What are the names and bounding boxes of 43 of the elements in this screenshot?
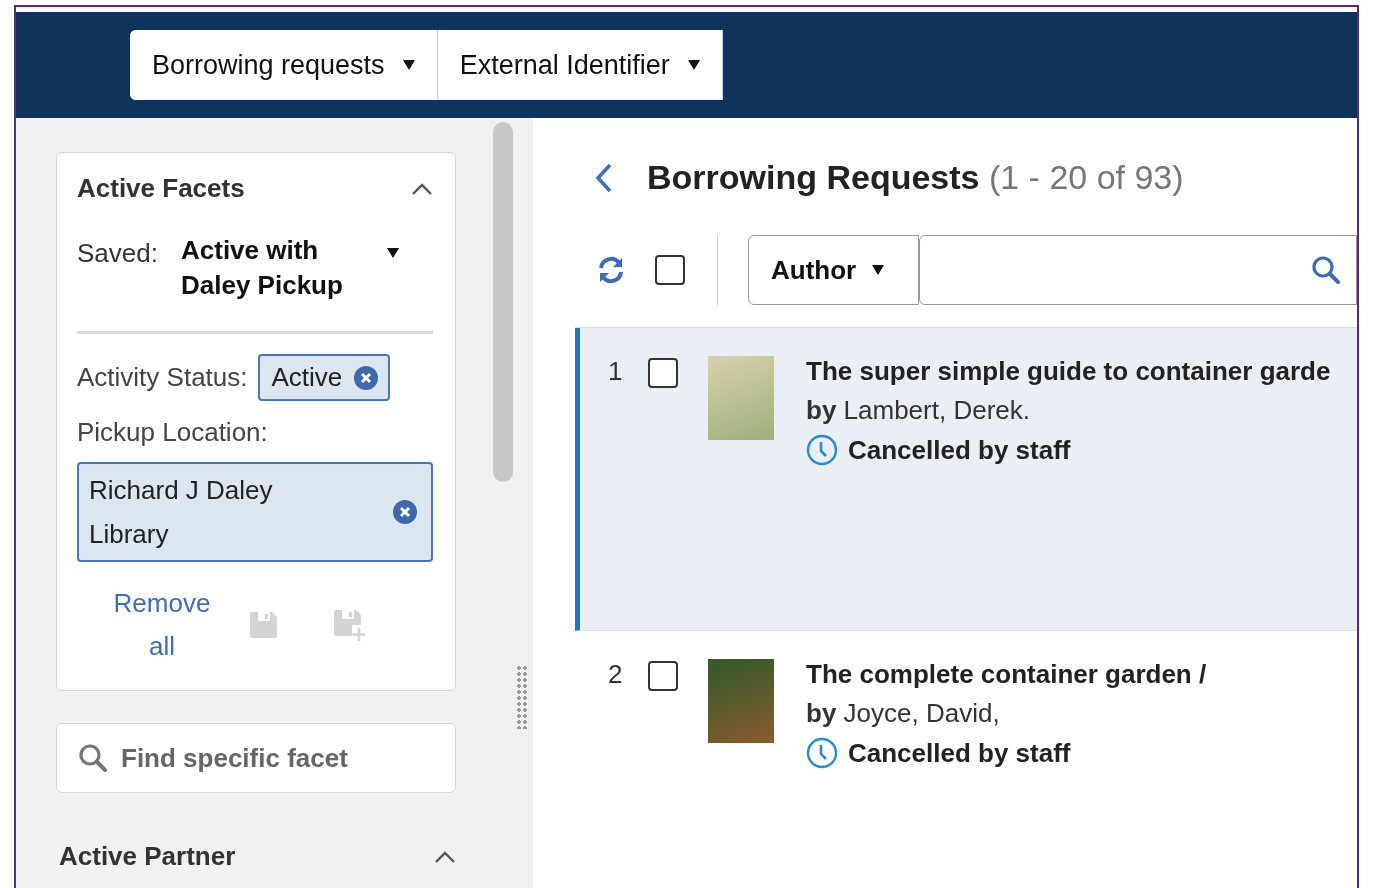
search-icon[interactable] [1311, 255, 1341, 285]
find-facet-field[interactable]: Find specific facet [56, 723, 456, 793]
status-text: Cancelled by staff [848, 434, 1071, 466]
filter-label: Pickup Location: [77, 417, 268, 447]
page-title: Borrowing Requests (1 - 20 of 93) [647, 158, 1184, 197]
status-text: Cancelled by staff [848, 737, 1071, 769]
caret-icon [402, 60, 415, 70]
row-number: 2 [608, 659, 624, 690]
card-title: Active Facets [77, 173, 245, 204]
chevron-up-icon[interactable] [411, 181, 433, 196]
filter-chip[interactable]: Richard J Daley Library [77, 462, 433, 562]
request-row[interactable]: 2 The complete container garden / by Joyce, David, Cancelled by staff [575, 631, 1357, 888]
select-all-checkbox[interactable] [655, 255, 685, 285]
back-icon[interactable] [595, 162, 613, 193]
section-title: Active Partner [59, 841, 236, 872]
remove-icon[interactable] [354, 365, 379, 390]
search-input[interactable] [919, 235, 1357, 305]
filter-chip[interactable]: Active [257, 354, 391, 401]
chevron-up-icon[interactable] [434, 849, 456, 864]
refresh-icon[interactable] [597, 256, 625, 284]
caret-icon [687, 60, 700, 70]
remove-all-link[interactable]: Remove all [97, 582, 227, 668]
request-title[interactable]: The super simple guide to container garde [806, 356, 1331, 387]
search-icon[interactable] [78, 743, 108, 773]
author-text: by Joyce, David, [806, 698, 1001, 729]
caret-icon [387, 248, 399, 258]
clock-icon [806, 434, 838, 466]
search-field-dropdown[interactable]: Author [748, 235, 919, 305]
scrollbar-thumb[interactable] [493, 122, 513, 482]
row-checkbox[interactable] [648, 358, 678, 388]
row-number: 1 [608, 356, 624, 387]
request-title[interactable]: The complete container garden / [806, 659, 1207, 690]
request-row[interactable]: 1 The super simple guide to container garde by Lambert, Derek. Cancelled by staff [575, 328, 1357, 631]
caret-icon [872, 265, 885, 275]
remove-icon[interactable] [393, 500, 417, 524]
saved-label: Saved: [77, 238, 159, 269]
resize-handle[interactable] [516, 665, 528, 729]
filter-label: Activity Status: [77, 362, 248, 393]
clock-icon [806, 737, 838, 769]
row-checkbox[interactable] [648, 661, 678, 691]
author-text: by Lambert, Derek. [806, 395, 1031, 426]
saved-search-value[interactable]: Active with Daley Pickup [181, 233, 381, 303]
menu-dropdown[interactable]: Borrowing requests [130, 30, 438, 100]
